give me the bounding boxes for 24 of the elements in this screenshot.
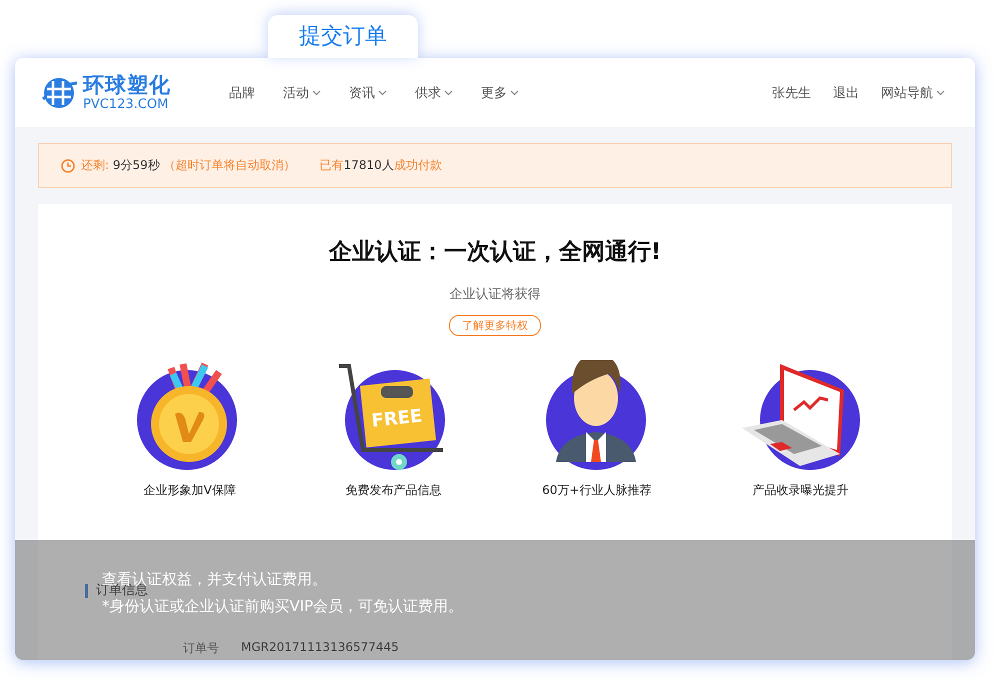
logo-name: 环球塑化 xyxy=(83,74,171,96)
benefit-label: 60万+行业人脉推荐 xyxy=(542,482,652,499)
clock-icon xyxy=(61,158,75,172)
promo-title: 企业认证：一次认证，全网通行! xyxy=(328,238,662,267)
field-label: 订单号 xyxy=(183,640,219,657)
header-link[interactable]: 张先生 xyxy=(772,84,811,102)
header-link[interactable]: 网站导航 xyxy=(881,84,945,102)
countdown-text: 还剩: 9分59秒 （超时订单将自动取消） xyxy=(81,157,296,174)
field-value: MGR20171113136577445 xyxy=(241,640,399,656)
nav-link[interactable]: 更多 xyxy=(481,84,519,102)
submit-order-tab[interactable]: 提交订单 xyxy=(268,15,418,58)
header-link[interactable]: 退出 xyxy=(833,84,859,102)
nav-link[interactable]: 资讯 xyxy=(349,84,387,102)
caption-line: *身份认证或企业认证前购买VIP会员，可免认证费用。 xyxy=(102,597,464,616)
benefit-label: 免费发布产品信息 xyxy=(345,482,442,499)
logo-domain: PVC123.COM xyxy=(83,98,170,110)
nav-link[interactable]: 供求 xyxy=(415,84,453,102)
promo-subtitle: 企业认证将获得 xyxy=(450,286,540,303)
nav-link[interactable]: 品牌 xyxy=(229,84,255,102)
benefit-label: 产品收录曝光提升 xyxy=(752,482,848,499)
section-title: 订单信息 xyxy=(85,584,148,598)
paid-count-text: 已有17810人成功付款 xyxy=(320,157,442,174)
nav-link[interactable]: 活动 xyxy=(283,84,321,102)
benefit-label: 企业形象加V保障 xyxy=(144,482,236,499)
